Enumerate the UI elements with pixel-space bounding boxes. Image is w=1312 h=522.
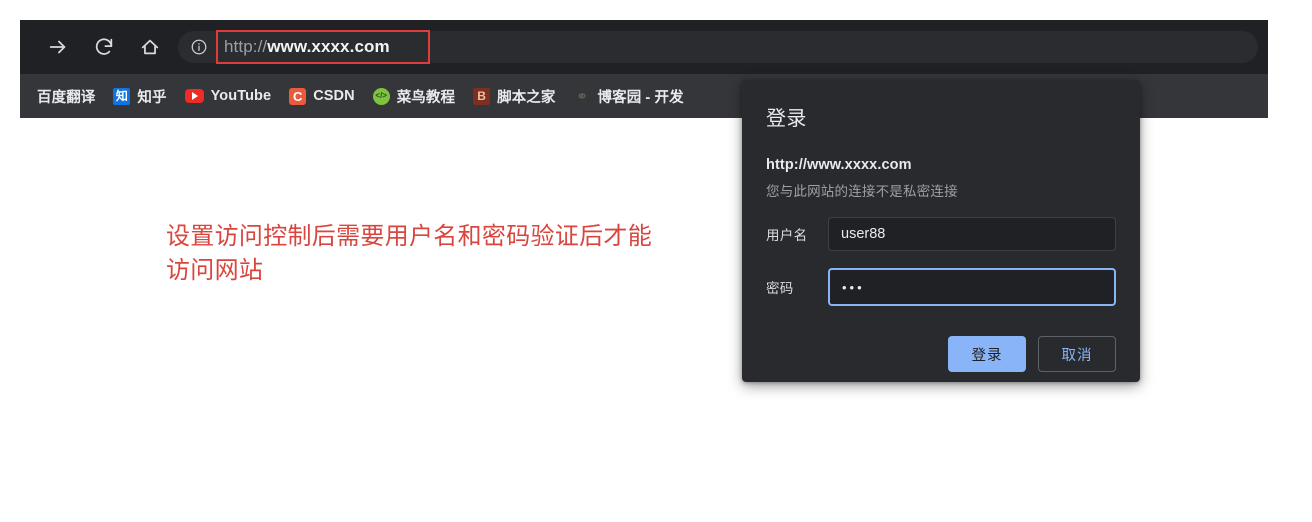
- bookmark-label: 菜鸟教程: [396, 89, 456, 106]
- bookmark-label: 脚本之家: [497, 89, 556, 106]
- arrow-right-icon[interactable]: [46, 35, 70, 59]
- csdn-icon: C: [289, 87, 307, 105]
- url-host: www.xxxx.com: [267, 37, 390, 56]
- bookmark-baidu-fanyi[interactable]: 百度翻译: [28, 82, 104, 111]
- jb51-icon: B: [473, 87, 491, 105]
- password-label: 密码: [766, 281, 794, 296]
- bookmark-label: YouTube: [210, 88, 272, 104]
- username-input[interactable]: user88: [828, 217, 1116, 251]
- url-scheme: http://: [224, 37, 268, 56]
- bookmark-label: 百度翻译: [37, 89, 96, 106]
- dialog-title: 登录: [766, 108, 807, 130]
- bookmark-label: 知乎: [137, 89, 167, 106]
- bookmark-csdn[interactable]: C CSDN: [280, 84, 364, 109]
- bookmark-label: CSDN: [313, 88, 355, 104]
- bookmark-youtube[interactable]: YouTube: [176, 84, 281, 108]
- bookmark-jb51[interactable]: B 脚本之家: [464, 82, 564, 111]
- username-row: 用户名 user88: [766, 217, 1116, 251]
- password-masked-value: •••: [842, 279, 865, 295]
- address-bar[interactable]: http://www.xxxx.com: [178, 30, 1258, 64]
- zhihu-icon: 知: [113, 87, 131, 105]
- navigation-buttons: [46, 20, 162, 74]
- dialog-subtitle: 您与此网站的连接不是私密连接: [766, 184, 958, 199]
- bookmark-label: 博客园 - 开发: [597, 89, 684, 106]
- login-cancel-button[interactable]: 取消: [1038, 336, 1116, 372]
- annotation-text: 设置访问控制后需要用户名和密码验证后才能访问网站: [166, 223, 652, 285]
- youtube-icon: [184, 89, 204, 103]
- bookmark-runoob[interactable]: </> 菜鸟教程: [364, 82, 464, 111]
- runoob-icon: </>: [372, 87, 390, 105]
- url-highlight-box: http://www.xxxx.com: [216, 30, 430, 64]
- login-submit-button[interactable]: 登录: [948, 336, 1026, 372]
- browser-toolbar: http://www.xxxx.com: [20, 20, 1268, 74]
- bookmark-cnblogs[interactable]: ⚭ 博客园 - 开发: [565, 82, 693, 111]
- dialog-actions: 登录 取消: [766, 336, 1116, 372]
- info-circle-icon[interactable]: [188, 36, 210, 58]
- username-label: 用户名: [766, 228, 808, 243]
- screen: http://www.xxxx.com 百度翻译 知 知乎 YouTube C …: [0, 0, 1312, 522]
- cnblogs-icon: ⚭: [576, 88, 588, 104]
- password-row: 密码 •••: [766, 268, 1116, 306]
- password-input[interactable]: •••: [828, 268, 1116, 306]
- reload-icon[interactable]: [92, 35, 116, 59]
- dialog-url: http://www.xxxx.com: [766, 157, 912, 173]
- home-icon[interactable]: [138, 35, 162, 59]
- bookmark-zhihu[interactable]: 知 知乎: [104, 82, 175, 111]
- login-dialog: 登录 http://www.xxxx.com 您与此网站的连接不是私密连接 用户…: [742, 80, 1140, 382]
